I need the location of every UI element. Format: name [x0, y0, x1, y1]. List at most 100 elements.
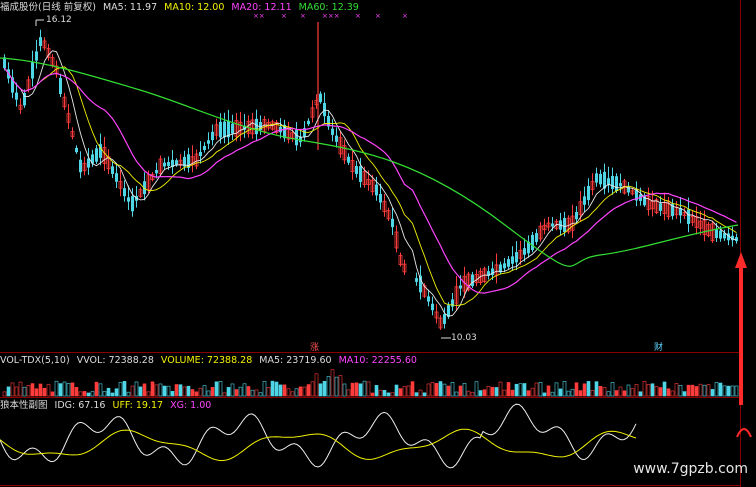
volume-bar [378, 389, 383, 397]
volume-bar [54, 380, 59, 397]
volume-bar [510, 389, 515, 397]
svg-text:××: ×× [253, 12, 265, 20]
volume-bar [22, 386, 27, 397]
high-price-label: 16.12 [46, 15, 72, 25]
candle-body [111, 166, 114, 174]
volume-bar [186, 385, 191, 397]
volume-bar [310, 381, 315, 397]
volume-bar [194, 391, 199, 397]
candle-body [207, 140, 210, 144]
candle-body [587, 185, 590, 201]
volume-bar [406, 385, 411, 397]
candle-body [359, 166, 362, 182]
volume-bar [258, 392, 263, 397]
volume-bar [146, 391, 151, 397]
volume-bar [438, 381, 443, 397]
volume-bar [530, 387, 535, 397]
candle-body [415, 278, 418, 282]
volume-bar [78, 391, 83, 397]
ma10-line [4, 66, 737, 306]
candle-body [95, 148, 98, 162]
volume-bar [50, 391, 55, 397]
volume-bar [206, 390, 211, 397]
candle-body [335, 135, 338, 142]
volume-bar [722, 385, 727, 397]
volume-bar [650, 383, 655, 397]
volume-bar [62, 381, 67, 397]
kline-chart-canvas[interactable]: ×× × × ××× × × × [0, 0, 756, 487]
volume-bar [654, 386, 659, 397]
volume-bar [670, 390, 675, 397]
volume-bar [34, 388, 39, 397]
volume-bar [374, 385, 379, 397]
candle-body [15, 92, 18, 100]
volume-bar [482, 389, 487, 397]
volume-bar [562, 381, 567, 397]
indicator-lines [0, 403, 637, 469]
volume-bar [338, 375, 343, 397]
candle-body [307, 120, 310, 125]
volume-bar [690, 384, 695, 397]
volume-bar [418, 389, 423, 397]
volume-bar [10, 382, 15, 397]
volume-bar [250, 389, 255, 397]
volume-bar [470, 391, 475, 397]
volume-bar [274, 381, 279, 397]
candle-body [31, 62, 34, 79]
ma20-line [4, 67, 737, 294]
volume-bar [202, 385, 207, 397]
volume-bar [158, 383, 163, 397]
volume-bar [126, 391, 131, 397]
volume-bar [718, 382, 723, 397]
volume-bar [558, 388, 563, 397]
volume-bar [622, 390, 627, 397]
volume-bar [370, 392, 375, 397]
volume-bar [402, 386, 407, 397]
volume-bar [270, 380, 275, 397]
signal-markers: ×× × × ××× × × × [253, 12, 408, 20]
volume-bar [254, 389, 259, 397]
volume-bar [98, 383, 103, 397]
candle-body [199, 151, 202, 157]
volume-bar [322, 380, 327, 397]
up-arrow-icon [735, 252, 747, 405]
candle-body [615, 176, 618, 191]
volume-bar [26, 385, 31, 397]
volume-bar [574, 382, 579, 397]
volume-bar [138, 386, 143, 397]
volume-bar [134, 381, 139, 397]
volume-bar [586, 381, 591, 397]
candle-body [575, 211, 578, 220]
volume-bar [702, 384, 707, 397]
candle-body [719, 230, 722, 239]
volume-bar [710, 389, 715, 397]
candle-body [595, 173, 598, 183]
volume-bar [182, 386, 187, 397]
candle-body [531, 234, 534, 251]
candle-body [607, 178, 610, 185]
candle-body [379, 194, 382, 203]
volume-bar [634, 384, 639, 397]
candle-body [347, 156, 350, 163]
volume-bar [190, 389, 195, 397]
volume-bar [430, 382, 435, 397]
volume-bar [326, 376, 331, 397]
volume-bar [178, 384, 183, 397]
volume-bar [18, 381, 23, 397]
high-price-marker [35, 19, 44, 26]
volume-bar [298, 386, 303, 397]
volume-bar [30, 383, 35, 397]
volume-bar [630, 388, 635, 397]
volume-bar [238, 386, 243, 397]
volume-bar [390, 392, 395, 397]
volume-bar [122, 381, 127, 397]
volume-bar [314, 373, 319, 397]
volume-bar [446, 385, 451, 397]
candle-body [219, 121, 222, 138]
arc-marker-icon [736, 428, 752, 438]
event-tag-cai: 财 [654, 343, 664, 353]
candle-body [203, 146, 206, 150]
volume-bar [162, 385, 167, 397]
volume-bar [330, 369, 335, 397]
candle-body [255, 118, 258, 135]
